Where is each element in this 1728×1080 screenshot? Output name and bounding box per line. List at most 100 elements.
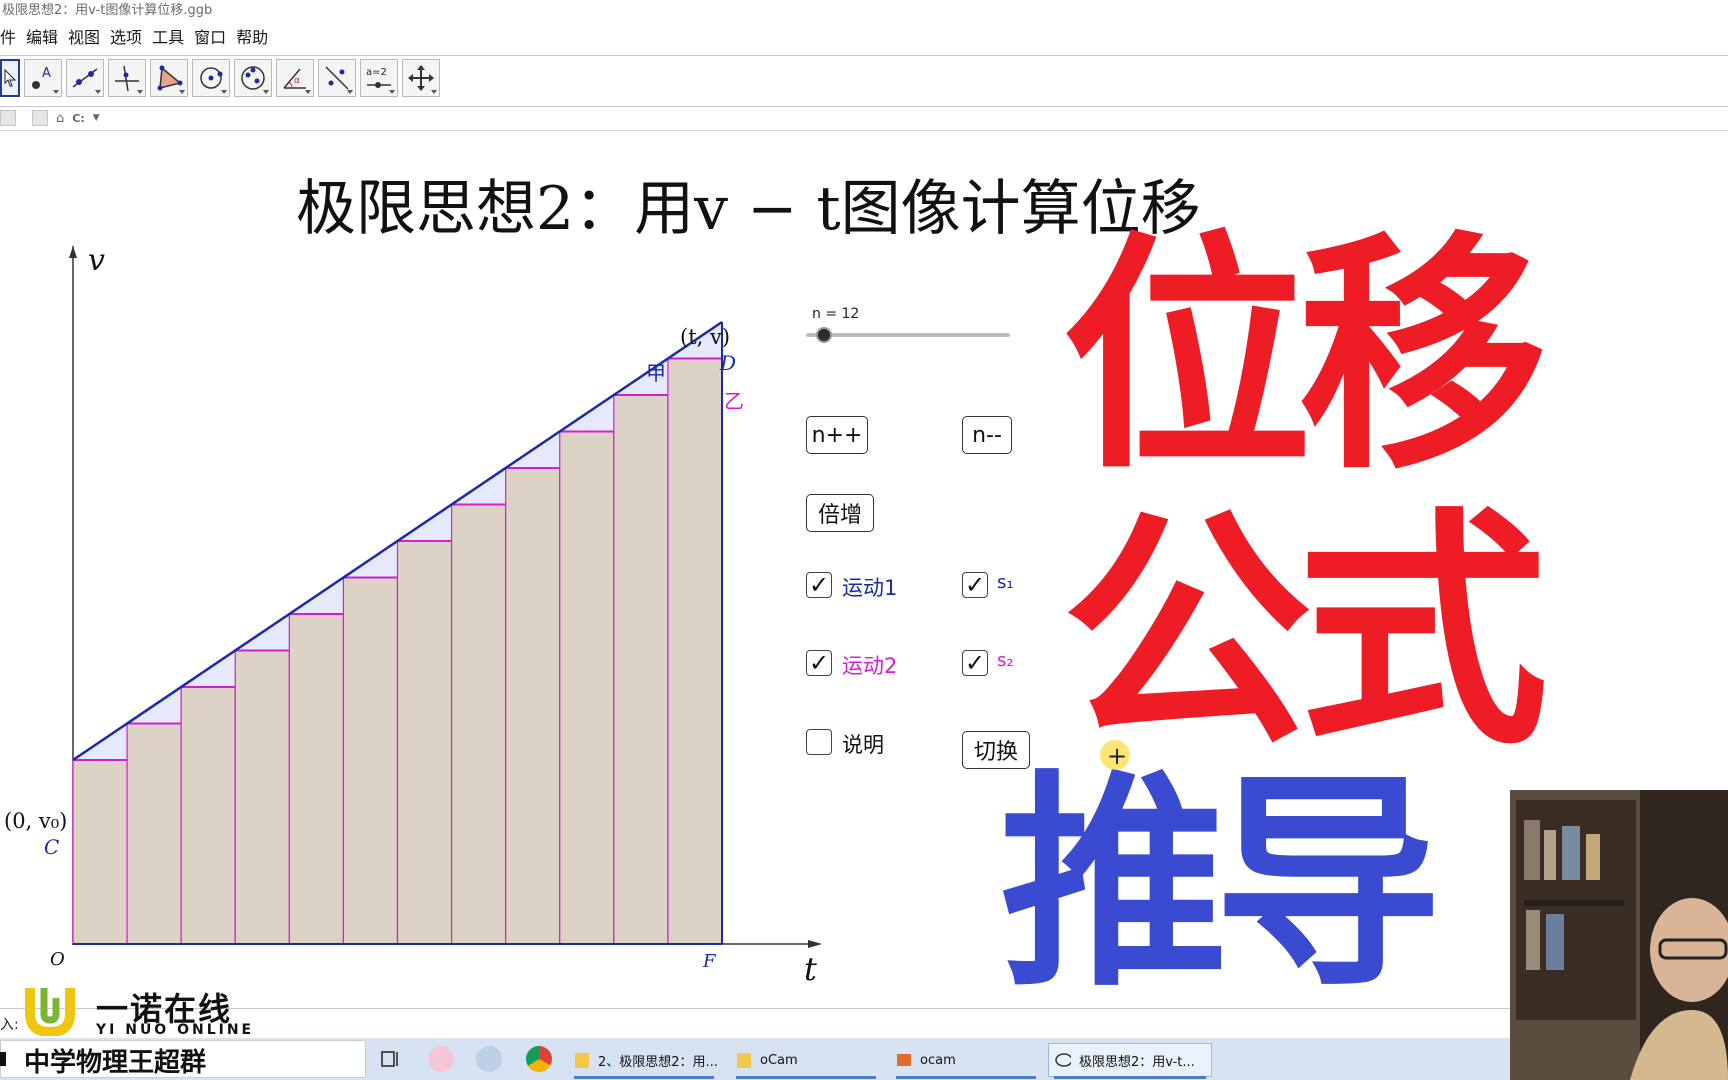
t-axis-arrow bbox=[808, 940, 822, 948]
logo-english-text: YI NUO ONLINE bbox=[96, 1022, 255, 1038]
taskbar-geogebra-label: 极限思想2：用v-t... bbox=[1079, 1054, 1195, 1070]
polygon-tool-icon[interactable] bbox=[150, 59, 188, 97]
explain-label: 说明 bbox=[842, 733, 884, 757]
riemann-rectangle bbox=[288, 613, 345, 945]
app-flower-icon[interactable] bbox=[428, 1046, 454, 1072]
webcam-overlay bbox=[1510, 790, 1728, 1080]
riemann-rectangle bbox=[613, 394, 669, 945]
motion2-checkbox[interactable]: ✓ bbox=[806, 650, 832, 676]
jia-label: 甲 bbox=[646, 361, 666, 385]
menu-edit[interactable]: 编辑 bbox=[26, 26, 58, 50]
point-f-label: F bbox=[702, 951, 717, 972]
riemann-rectangle bbox=[342, 576, 399, 945]
task-view-icon[interactable] bbox=[378, 1046, 404, 1072]
taskbar-ocam-folder-label: oCam bbox=[760, 1052, 798, 1068]
task-underline bbox=[1054, 1076, 1206, 1079]
point-tool-icon[interactable]: A bbox=[24, 59, 62, 97]
riemann-rectangle bbox=[72, 759, 128, 945]
reflect-tool-icon[interactable] bbox=[318, 59, 356, 97]
v-axis-arrow bbox=[69, 246, 77, 258]
svg-text:A: A bbox=[42, 66, 51, 81]
style-bar: ⌂ C: ▼ bbox=[0, 109, 100, 127]
point-d-label: D bbox=[719, 351, 736, 375]
move-tool-icon[interactable] bbox=[0, 59, 20, 97]
overlay-title-line2: 公式 bbox=[1062, 487, 1548, 778]
motion1-label: 运动1 bbox=[842, 576, 898, 600]
riemann-rectangle bbox=[505, 467, 561, 945]
menu-bar: 件 编辑 视图 选项 工具 窗口 帮助 bbox=[0, 26, 268, 50]
v-axis-label: v bbox=[88, 243, 105, 278]
riemann-rectangle bbox=[450, 503, 507, 945]
overlay-title-line3: 推导 bbox=[1000, 751, 1442, 1017]
slider-label: n = 12 bbox=[812, 306, 860, 322]
menu-file[interactable]: 件 bbox=[0, 26, 16, 50]
s2-checkbox[interactable]: ✓ bbox=[962, 650, 988, 676]
line-tool-icon[interactable] bbox=[66, 59, 104, 97]
motion2-label: 运动2 bbox=[842, 654, 898, 678]
task-underline bbox=[736, 1076, 876, 1079]
chrome-icon[interactable] bbox=[526, 1046, 552, 1072]
task-underline bbox=[574, 1076, 714, 1079]
svg-text:a=2: a=2 bbox=[366, 67, 387, 78]
menu-window[interactable]: 窗口 bbox=[194, 26, 226, 50]
s1-checkbox[interactable]: ✓ bbox=[962, 572, 988, 598]
circle-tool-icon[interactable] bbox=[192, 59, 230, 97]
s2-label: s₂ bbox=[997, 650, 1014, 671]
start-icon[interactable] bbox=[0, 1052, 6, 1066]
origin-label: O bbox=[50, 949, 65, 970]
command-selector[interactable]: C: bbox=[72, 112, 84, 125]
menu-tools[interactable]: 工具 bbox=[152, 26, 184, 50]
taskbar-ocam-folder[interactable]: oCam bbox=[730, 1043, 880, 1077]
explain-checkbox[interactable] bbox=[806, 729, 832, 755]
taskbar-geogebra[interactable]: 极限思想2：用v-t... bbox=[1048, 1043, 1212, 1077]
conic-tool-icon[interactable] bbox=[234, 59, 272, 97]
t-axis-label: t bbox=[804, 950, 817, 988]
window-title: 极限思想2：用v-t图像计算位移.ggb bbox=[0, 0, 1728, 22]
vt-graph[interactable]: v t O C D F (0, v₀) (t, v) 甲 乙 bbox=[0, 240, 830, 1000]
coord-start-label: (0, v₀) bbox=[4, 809, 67, 833]
riemann-rectangle bbox=[126, 722, 182, 945]
taskbar-ocam-app-label: ocam bbox=[920, 1052, 956, 1068]
perpendicular-tool-icon[interactable] bbox=[108, 59, 146, 97]
svg-text:α: α bbox=[294, 76, 300, 86]
move-view-tool-icon[interactable] bbox=[402, 59, 440, 97]
riemann-rectangle bbox=[180, 686, 236, 945]
taskbar-group-title: 中学物理王超群 bbox=[24, 1048, 207, 1078]
n-slider-knob[interactable] bbox=[816, 327, 832, 343]
menu-options[interactable]: 选项 bbox=[110, 26, 142, 50]
taskbar-explorer-label: 2、极限思想2：用... bbox=[598, 1054, 718, 1070]
riemann-rectangle bbox=[667, 357, 723, 945]
menu-help[interactable]: 帮助 bbox=[236, 26, 268, 50]
n-slider[interactable] bbox=[806, 333, 1010, 337]
motion1-checkbox[interactable]: ✓ bbox=[806, 572, 832, 598]
riemann-rectangle bbox=[396, 540, 453, 945]
coord-end-label: (t, v) bbox=[680, 325, 730, 349]
taskbar-explorer-window[interactable]: 2、极限思想2：用... bbox=[568, 1043, 720, 1077]
task-underline bbox=[896, 1076, 1036, 1079]
point-c-label: C bbox=[44, 835, 59, 859]
taskbar-ocam-app[interactable]: ocam bbox=[890, 1043, 1040, 1077]
n-decrement-button[interactable]: n-- bbox=[962, 416, 1012, 454]
rectangles-group bbox=[72, 320, 723, 945]
toolbar-separator bbox=[0, 106, 1728, 107]
paint-app-icon[interactable] bbox=[476, 1046, 502, 1072]
overlay-title-line1: 位移 bbox=[1062, 211, 1548, 502]
slider-tool-icon[interactable]: a=2 bbox=[360, 59, 398, 97]
crosshair-cursor-icon: + bbox=[1107, 742, 1128, 770]
n-increment-button[interactable]: n++ bbox=[806, 416, 868, 454]
toolbar: A α a=2 bbox=[0, 59, 440, 103]
menu-view[interactable]: 视图 bbox=[68, 26, 100, 50]
input-label: 入: bbox=[0, 1017, 19, 1033]
view-separator bbox=[0, 130, 1728, 131]
style-box-icon[interactable] bbox=[0, 110, 16, 126]
chevron-down-icon[interactable]: ▼ bbox=[93, 113, 100, 123]
double-button[interactable]: 倍增 bbox=[806, 494, 874, 532]
home-icon[interactable]: ⌂ bbox=[56, 111, 64, 126]
yi-label: 乙 bbox=[724, 389, 744, 413]
angle-tool-icon[interactable]: α bbox=[276, 59, 314, 97]
grid-icon[interactable] bbox=[32, 110, 48, 126]
s1-label: s₁ bbox=[997, 572, 1014, 593]
menu-separator bbox=[0, 55, 1728, 56]
riemann-rectangle bbox=[234, 649, 290, 945]
riemann-rectangle bbox=[559, 430, 615, 945]
